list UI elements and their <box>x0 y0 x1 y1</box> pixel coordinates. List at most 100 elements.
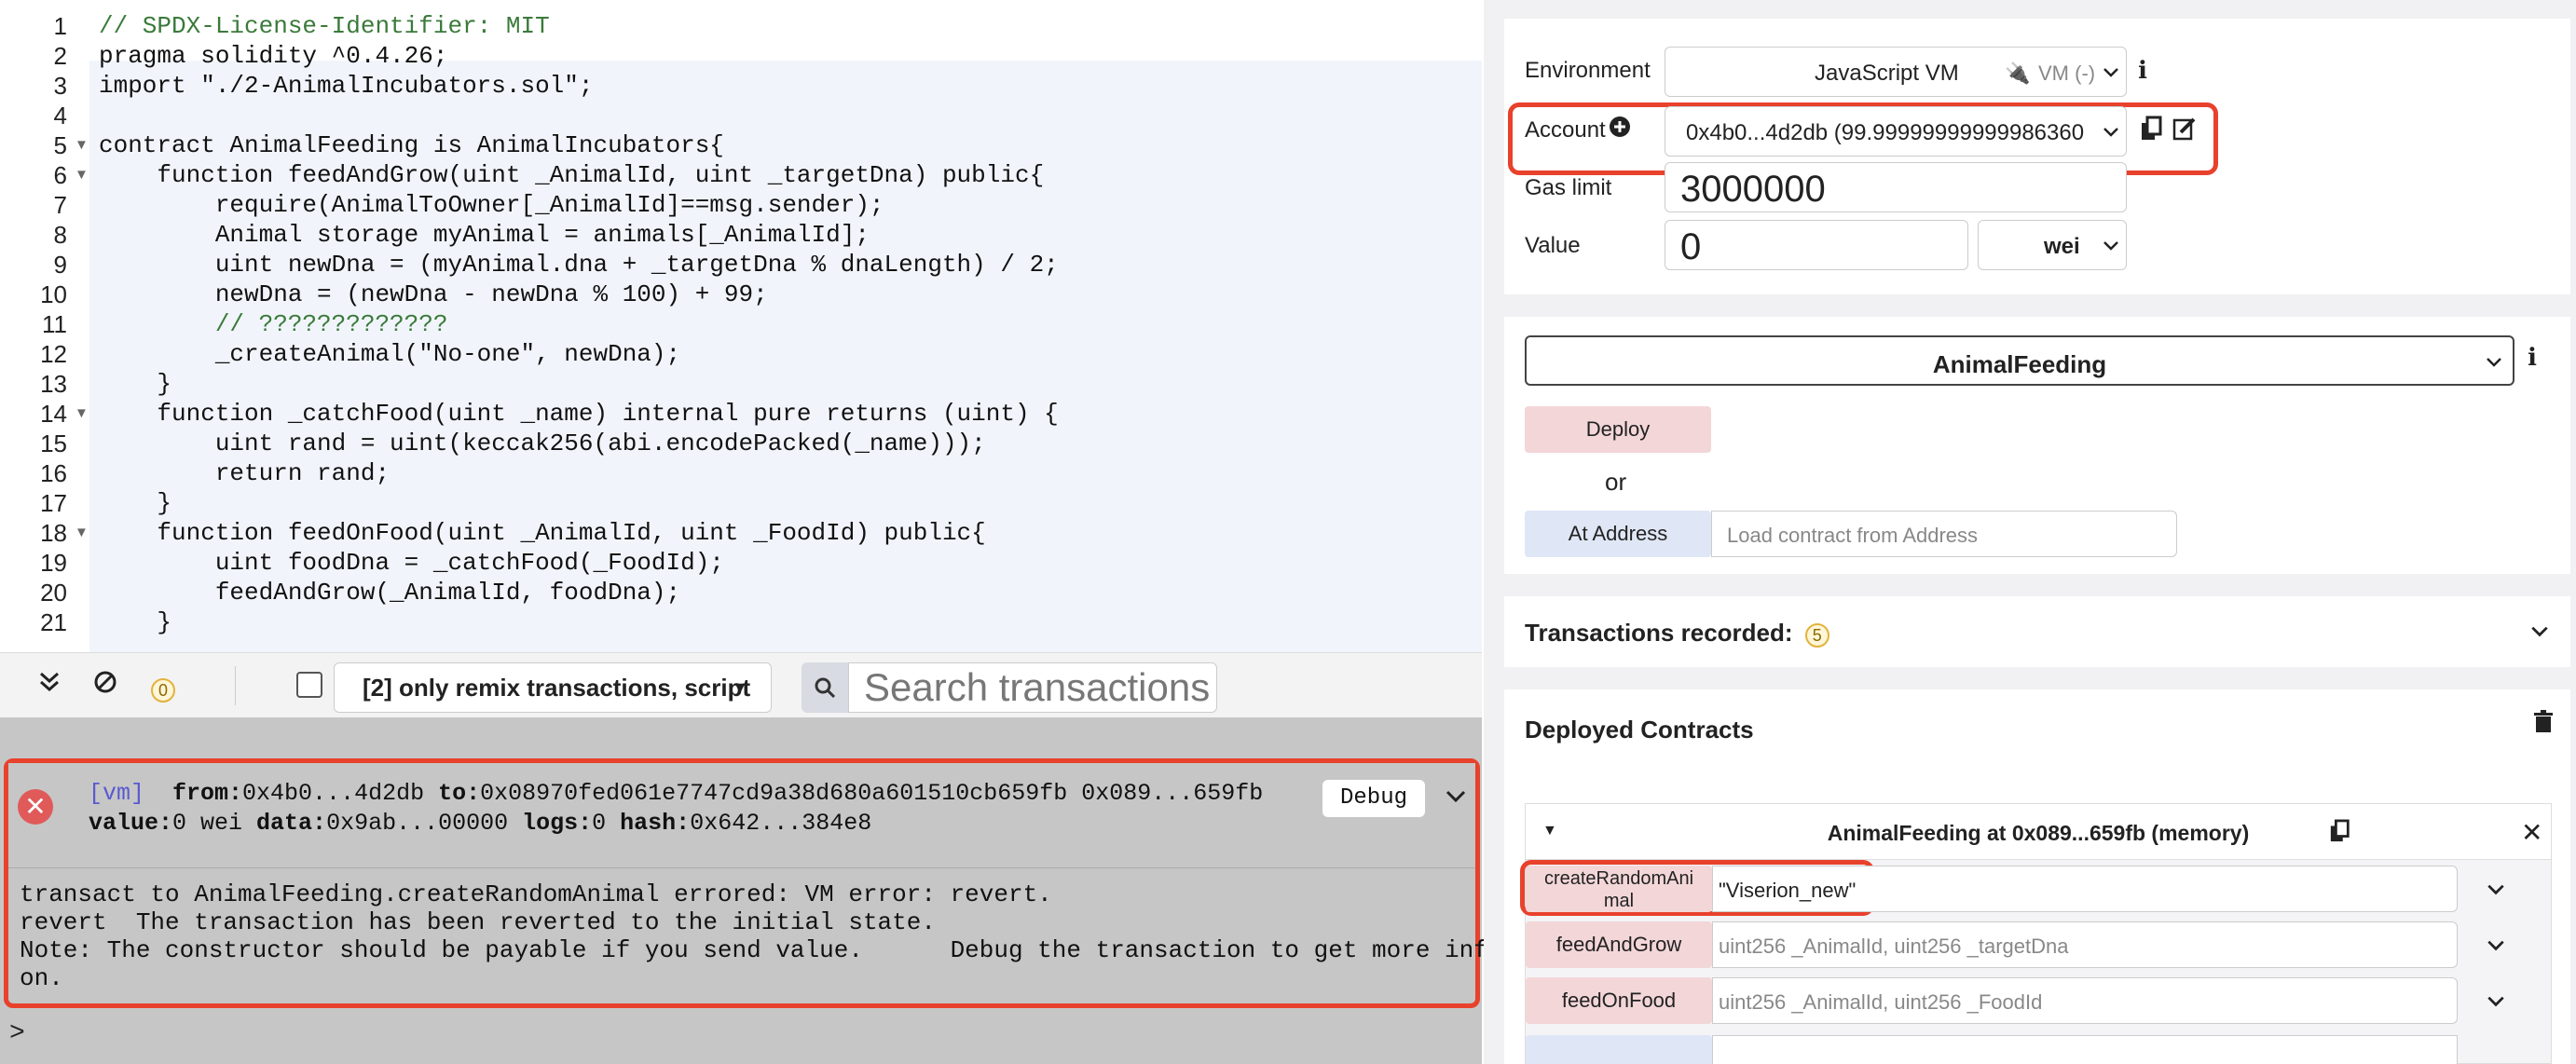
pending-transactions-badge: 0 <box>151 672 175 703</box>
line-number: 2 <box>53 42 67 70</box>
next-function-input[interactable] <box>1712 1035 2458 1064</box>
fold-toggle-icon[interactable]: ▼ <box>75 160 89 190</box>
contract-instance: ▼ AnimalFeeding at 0x089...659fb (memory… <box>1520 803 2552 1064</box>
chevron-down-icon <box>2102 122 2120 145</box>
fold-toggle-icon[interactable]: ▼ <box>75 130 89 160</box>
terminal-prompt[interactable]: > <box>9 1019 25 1048</box>
feed-and-grow-input[interactable]: uint256 _AnimalId, uint256 _targetDna <box>1712 921 2458 968</box>
code-line: newDna = (newDna - newDna % 100) + 99; <box>99 280 768 308</box>
value-unit-select[interactable]: wei <box>1978 220 2127 270</box>
code-line: pragma solidity ^0.4.26; <box>99 42 448 70</box>
value-label: Value <box>1525 233 1581 258</box>
deploy-run-panel: Environment JavaScript VM 🔌 VM (-) ℹ Acc… <box>1484 0 2576 1064</box>
transaction-summary[interactable]: ✕ [vm] from:0x4b0...4d2db to:0x08970fed0… <box>8 763 1475 867</box>
deployed-contracts-label: Deployed Contracts <box>1525 716 1754 743</box>
code-line: // SPDX-License-Identifier: MIT <box>99 12 550 40</box>
environment-card: Environment JavaScript VM 🔌 VM (-) ℹ Acc… <box>1504 19 2570 294</box>
error-message-line: Note: The constructor should be payable … <box>20 936 1576 964</box>
tx-summary-line1: [vm] from:0x4b0...4d2db to:0x08970fed061… <box>89 780 1264 807</box>
code-line: uint newDna = (myAnimal.dna + _targetDna… <box>99 251 1059 279</box>
create-random-animal-button[interactable]: createRandomAni mal <box>1526 866 1712 912</box>
environment-label: Environment <box>1525 58 1651 83</box>
account-select[interactable]: 0x4b0...4d2db (99.99999999999986360 <box>1665 106 2127 157</box>
caret-down-icon: ▼ <box>732 678 748 697</box>
chevron-down-icon[interactable] <box>2529 621 2550 646</box>
value-input[interactable]: 0 <box>1665 220 1968 270</box>
code-line: function feedOnFood(uint _AnimalId, uint… <box>99 519 986 547</box>
line-number: 5 <box>53 131 67 159</box>
info-icon[interactable]: ℹ <box>2138 56 2147 85</box>
code-line: // ????????????? <box>99 310 448 338</box>
tx-summary-line2: value:0 wei data:0x9ab...00000 logs:0 ha… <box>89 810 872 837</box>
feed-on-food-button[interactable]: feedOnFood <box>1526 977 1712 1024</box>
chevron-down-icon[interactable] <box>2486 879 2506 904</box>
gas-limit-input[interactable]: 3000000 <box>1665 162 2127 212</box>
search-icon[interactable] <box>802 662 848 713</box>
transaction-log-entry[interactable]: ✕ [vm] from:0x4b0...4d2db to:0x08970fed0… <box>4 758 1575 1008</box>
code-editor[interactable]: 1 2 3 4 5 6 7 8 9 10 11 12 13 14 15 16 1… <box>0 0 1482 652</box>
chevron-down-icon <box>2102 236 2120 259</box>
search-transactions-input[interactable]: Search transactions <box>848 662 1217 713</box>
collapse-terminal-icon[interactable] <box>37 670 62 702</box>
code-line: require(AnimalToOwner[_AnimalId]==msg.se… <box>99 191 884 219</box>
instance-header[interactable]: ▼ AnimalFeeding at 0x089...659fb (memory… <box>1526 804 2551 860</box>
deploy-button[interactable]: Deploy <box>1525 406 1711 453</box>
line-number: 17 <box>40 489 67 517</box>
feed-on-food-input[interactable]: uint256 _AnimalId, uint256 _FoodId <box>1712 977 2458 1024</box>
chevron-down-icon[interactable] <box>2486 990 2506 1016</box>
info-icon[interactable]: ℹ <box>2528 343 2537 372</box>
fold-toggle-icon[interactable]: ▼ <box>75 399 89 429</box>
chevron-down-icon[interactable] <box>1444 784 1468 814</box>
code-line: } <box>99 489 172 517</box>
error-message-line: revert The transaction has been reverted… <box>20 908 936 936</box>
add-account-icon[interactable] <box>1609 116 1631 143</box>
error-icon: ✕ <box>18 789 53 825</box>
edit-icon[interactable] <box>2172 116 2198 146</box>
line-number: 16 <box>40 459 67 487</box>
deployed-contracts-card: Deployed Contracts ▼ AnimalFeeding at 0x… <box>1504 689 2570 1064</box>
contract-card: AnimalFeeding ℹ Deploy or At Address Loa… <box>1504 317 2570 574</box>
remix-ide: 1 2 3 4 5 6 7 8 9 10 11 12 13 14 15 16 1… <box>0 0 2576 1064</box>
debug-button[interactable]: Debug <box>1322 780 1425 817</box>
error-message-line: transact to AnimalFeeding.createRandomAn… <box>20 880 1052 908</box>
transactions-recorded-card[interactable]: Transactions recorded: 5 <box>1504 596 2570 667</box>
line-number: 1 <box>53 12 67 40</box>
transactions-recorded-label: Transactions recorded: 5 <box>1525 619 1829 648</box>
code-line: uint foodDna = _catchFood(_FoodId); <box>99 549 724 577</box>
line-number: 15 <box>40 430 67 457</box>
line-number: 10 <box>40 280 67 308</box>
line-number: 13 <box>40 370 67 398</box>
next-function-button[interactable] <box>1526 1035 1712 1064</box>
gas-limit-label: Gas limit <box>1525 175 1612 200</box>
copy-address-icon[interactable] <box>2329 819 2351 848</box>
at-address-input[interactable]: Load contract from Address <box>1711 511 2177 557</box>
line-number: 18 <box>40 519 67 547</box>
chevron-down-icon <box>2485 352 2503 375</box>
toolbar-divider <box>235 666 236 705</box>
plug-icon: 🔌 <box>2005 61 2031 85</box>
close-icon[interactable]: ✕ <box>2521 817 2542 848</box>
code-line: } <box>99 608 172 636</box>
listen-network-checkbox[interactable] <box>296 672 322 698</box>
line-number: 8 <box>53 221 67 249</box>
code-line: Animal storage myAnimal = animals[_Anima… <box>99 221 870 249</box>
trash-icon[interactable] <box>2533 710 2554 739</box>
account-label: Account <box>1525 117 1606 143</box>
create-random-animal-input[interactable]: "Viserion_new" <box>1712 866 2458 912</box>
code-line: import "./2-AnimalIncubators.sol"; <box>99 72 594 100</box>
at-address-button[interactable]: At Address <box>1525 511 1711 557</box>
transaction-filter-select[interactable]: [2] only remix transactions, script ▼ <box>334 662 772 713</box>
code-line: return rand; <box>99 459 391 487</box>
feed-and-grow-button[interactable]: feedAndGrow <box>1526 921 1712 968</box>
code-line: } <box>99 370 172 398</box>
environment-select[interactable]: JavaScript VM 🔌 VM (-) <box>1665 47 2127 97</box>
clear-console-icon[interactable] <box>93 670 117 702</box>
instance-title: AnimalFeeding at 0x089...659fb (memory) <box>1827 821 2250 845</box>
copy-icon[interactable] <box>2140 116 2164 146</box>
contract-select[interactable]: AnimalFeeding <box>1525 335 2514 386</box>
fold-toggle-icon[interactable]: ▼ <box>75 518 89 548</box>
code-line: uint rand = uint(keccak256(abi.encodePac… <box>99 430 986 457</box>
transactions-count-badge: 5 <box>1804 623 1829 648</box>
chevron-down-icon[interactable] <box>2486 934 2506 960</box>
code-line: contract AnimalFeeding is AnimalIncubato… <box>99 131 724 159</box>
